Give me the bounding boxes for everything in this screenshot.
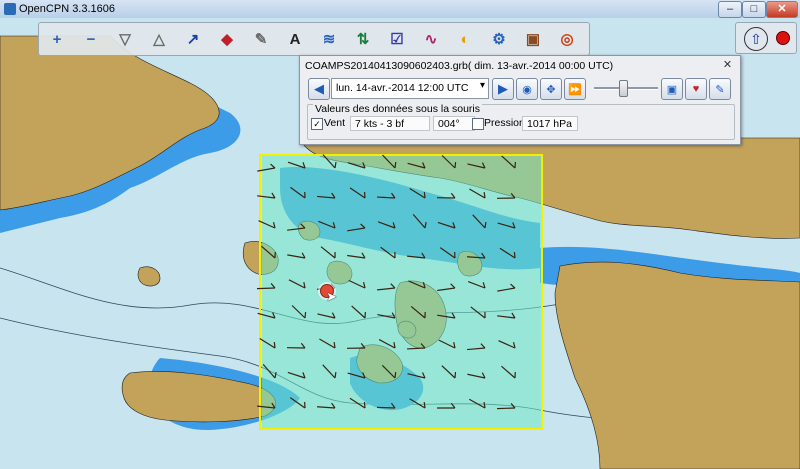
- grib-close-icon[interactable]: ✕: [721, 59, 734, 71]
- help-button[interactable]: ◎: [554, 26, 580, 52]
- route-manager-icon: ☑: [390, 31, 404, 48]
- grib-file-header: COAMPS20140413090602403.grb( dim. 13-avr…: [305, 60, 614, 72]
- grib-now-button[interactable]: ◉: [516, 78, 538, 100]
- zoom-in-button[interactable]: +: [44, 26, 70, 52]
- track-button[interactable]: ∿: [418, 26, 444, 52]
- color-scheme-button[interactable]: ◐: [452, 26, 478, 52]
- minimize-button[interactable]: –: [718, 1, 742, 18]
- scale-out-button[interactable]: △: [146, 26, 172, 52]
- opencpn-app-icon: [4, 3, 16, 15]
- grib-date-value: lun. 14-avr.-2014 12:00 UTC: [336, 82, 469, 94]
- track-icon: ∿: [424, 31, 438, 48]
- grib-button[interactable]: ⚙: [486, 26, 512, 52]
- window-title: OpenCPN 3.3.1606: [19, 3, 116, 15]
- grib-request-button[interactable]: ✎: [709, 78, 731, 100]
- request-icon: ✎: [715, 83, 725, 96]
- play-icon: ⏩: [568, 83, 582, 96]
- route-manager-button[interactable]: ☑: [384, 26, 410, 52]
- help-icon: ◎: [560, 31, 574, 48]
- grib-control-dialog: COAMPS20140413090602403.grb( dim. 13-avr…: [299, 55, 741, 145]
- wind-barb-tick: [273, 341, 276, 349]
- auto-follow-icon: ◆: [221, 31, 233, 48]
- tide-icon: ⇅: [356, 31, 370, 48]
- arrow-right-icon: ▶: [498, 81, 508, 96]
- route-icon: ↗: [186, 31, 200, 48]
- grib-time-slider-thumb[interactable]: [619, 80, 628, 97]
- scale-out-icon: △: [153, 31, 165, 48]
- scale-in-icon: ▽: [119, 31, 131, 48]
- settings-icon: ♥: [692, 83, 700, 95]
- grib-icon: ⚙: [492, 31, 506, 48]
- current-icon: ≋: [322, 31, 336, 48]
- grib-date-select[interactable]: lun. 14-avr.-2014 12:00 UTC ▾: [331, 78, 489, 99]
- wind-barb: [376, 406, 396, 409]
- grib-settings-button[interactable]: ♥: [685, 78, 707, 100]
- wind-barb-tick: [513, 251, 516, 259]
- current-button[interactable]: ≋: [316, 26, 342, 52]
- settings-button[interactable]: ✎: [248, 26, 274, 52]
- grib-open-file-button[interactable]: ▣: [661, 78, 683, 100]
- grib-zoom-to-center-button[interactable]: ✥: [540, 78, 562, 100]
- grib-prev-button[interactable]: ◀: [308, 78, 330, 100]
- wind-barb-tick: [394, 371, 397, 379]
- pressure-checkbox[interactable]: [472, 118, 484, 130]
- zoom-out-button[interactable]: −: [78, 26, 104, 52]
- zoom-fit-icon: ✥: [546, 83, 556, 96]
- wind-direction-field: 004°: [433, 116, 475, 131]
- color-scheme-icon: ◐: [460, 30, 470, 48]
- maximize-button[interactable]: □: [742, 1, 766, 18]
- close-button[interactable]: ✕: [766, 1, 798, 18]
- scale-in-button[interactable]: ▽: [112, 26, 138, 52]
- compass-north-icon: ⇧: [744, 27, 768, 51]
- compass-widget[interactable]: ⇧: [735, 22, 797, 54]
- settings-icon: ✎: [254, 31, 268, 48]
- mouse-pointer-icon: ➤: [326, 289, 337, 304]
- clock-icon: ◉: [522, 83, 532, 96]
- wind-barb-tick: [363, 401, 366, 409]
- zoom-in-icon: +: [52, 30, 62, 48]
- zoom-out-icon: −: [86, 30, 96, 48]
- text-button[interactable]: A: [282, 26, 308, 52]
- folder-icon: ▣: [666, 83, 678, 96]
- wind-barb-tick: [423, 191, 426, 199]
- gps-status-icon: [776, 31, 790, 45]
- wind-checkbox[interactable]: ✓: [311, 118, 323, 130]
- arrow-left-icon: ◀: [314, 81, 324, 96]
- auto-follow-button[interactable]: ◆: [214, 26, 240, 52]
- grib-section-label: Valeurs des données sous la souris: [313, 103, 482, 115]
- print-button[interactable]: ▣: [520, 26, 546, 52]
- grib-next-button[interactable]: ▶: [492, 78, 514, 100]
- print-icon: ▣: [525, 31, 541, 48]
- wind-barb: [256, 287, 276, 290]
- tide-button[interactable]: ⇅: [350, 26, 376, 52]
- wind-barb-tick: [394, 161, 397, 169]
- main-toolbar: + − ▽ △ ↗ ◆ ✎ A ≋ ⇅ ☑ ∿ ◐ ⚙ ▣ ◎: [38, 22, 590, 56]
- text-icon: A: [289, 30, 301, 48]
- chevron-down-icon: ▾: [479, 80, 485, 91]
- wind-label: Vent: [324, 117, 346, 129]
- wind-barb-tick: [304, 311, 307, 319]
- wind-barb-tick: [423, 401, 426, 409]
- wind-barb: [496, 407, 516, 410]
- pressure-value-field: 1017 hPa: [522, 116, 578, 131]
- wind-barb-tick: [454, 161, 457, 169]
- wind-speed-field: 7 kts - 3 bf: [350, 116, 430, 131]
- grib-play-button[interactable]: ⏩: [564, 78, 586, 100]
- route-button[interactable]: ↗: [180, 26, 206, 52]
- window-titlebar: OpenCPN 3.3.1606 – □ ✕: [0, 0, 800, 19]
- pressure-label: Pression: [484, 117, 525, 129]
